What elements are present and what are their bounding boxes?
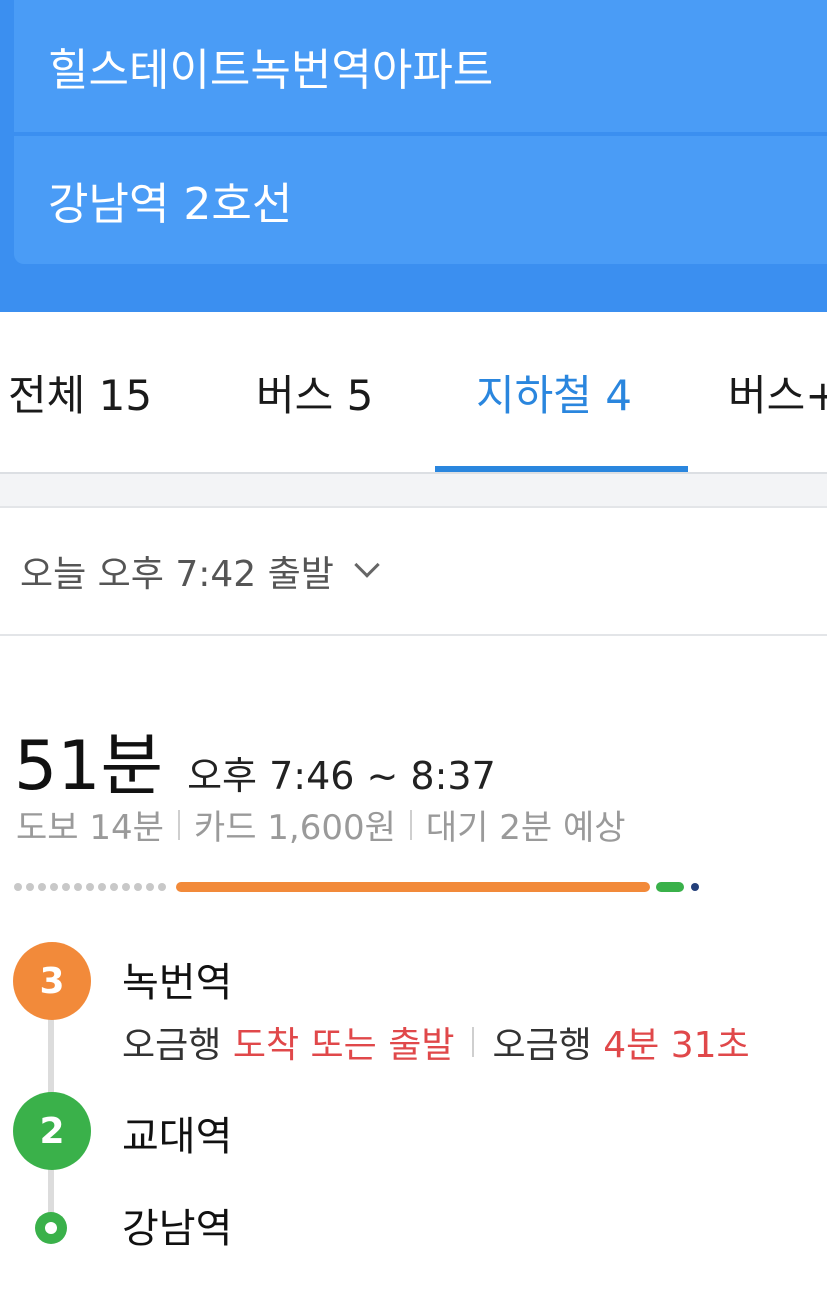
station-gangnam[interactable]: 강남역 bbox=[122, 1196, 232, 1254]
direction: 오금행 bbox=[492, 1025, 592, 1066]
tab-bus[interactable]: 버스 5 bbox=[256, 312, 373, 472]
chevron-down-icon bbox=[354, 552, 380, 578]
walk-end-segment bbox=[691, 883, 699, 891]
divider bbox=[472, 1027, 475, 1057]
walk-segment bbox=[14, 883, 166, 891]
destination-field[interactable]: 강남역 2호선 bbox=[14, 136, 827, 264]
line3-segment bbox=[176, 882, 650, 892]
arrival-countdown: 4분 31초 bbox=[603, 1025, 750, 1066]
destination-dot-icon bbox=[35, 1212, 67, 1244]
tab-subway[interactable]: 지하철 4 bbox=[476, 312, 632, 472]
route-progress-bar bbox=[14, 882, 714, 892]
timeline-line bbox=[48, 1010, 54, 1100]
destination-text: 강남역 2호선 bbox=[48, 179, 293, 230]
route-duration: 51분 bbox=[14, 727, 164, 806]
wait-time: 대기 2분 예상 bbox=[425, 808, 626, 848]
line-3-badge: 3 bbox=[13, 942, 91, 1020]
line-2-badge: 2 bbox=[13, 1092, 91, 1170]
active-tab-indicator bbox=[435, 466, 688, 472]
line2-segment bbox=[656, 882, 684, 892]
fare: 카드 1,600원 bbox=[193, 808, 396, 848]
arrival-status: 도착 또는 출발 bbox=[232, 1025, 455, 1066]
tab-bus-subway[interactable]: 버스+ bbox=[728, 312, 827, 472]
divider bbox=[409, 809, 412, 840]
origin-field[interactable]: 힐스테이트녹번역아파트 bbox=[14, 0, 827, 132]
arrival-info: 오금행 도착 또는 출발 오금행 4분 31초 bbox=[122, 1016, 750, 1068]
route-time-range: 오후 7:46 ~ 8:37 bbox=[187, 754, 496, 798]
transit-tabs: 전체 15 버스 5 지하철 4 버스+ bbox=[0, 312, 827, 474]
origin-text: 힐스테이트녹번역아파트 bbox=[48, 45, 494, 96]
divider bbox=[177, 809, 180, 840]
station-nokbeon[interactable]: 녹번역 bbox=[122, 950, 232, 1008]
route-summary[interactable]: 51분 오후 7:46 ~ 8:37 bbox=[14, 710, 496, 809]
station-gyodae[interactable]: 교대역 bbox=[122, 1104, 232, 1162]
section-divider bbox=[0, 474, 827, 508]
search-header: 힐스테이트녹번역아파트 강남역 2호선 bbox=[0, 0, 827, 312]
tab-all[interactable]: 전체 15 bbox=[8, 312, 152, 472]
direction: 오금행 bbox=[122, 1025, 222, 1066]
route-meta: 도보 14분 카드 1,600원 대기 2분 예상 bbox=[16, 800, 626, 849]
walk-time: 도보 14분 bbox=[16, 808, 164, 848]
timeline-line bbox=[48, 1165, 54, 1215]
departure-time-selector[interactable]: 오늘 오후 7:42 출발 bbox=[0, 508, 827, 636]
departure-label: 오늘 오후 7:42 출발 bbox=[20, 554, 334, 595]
